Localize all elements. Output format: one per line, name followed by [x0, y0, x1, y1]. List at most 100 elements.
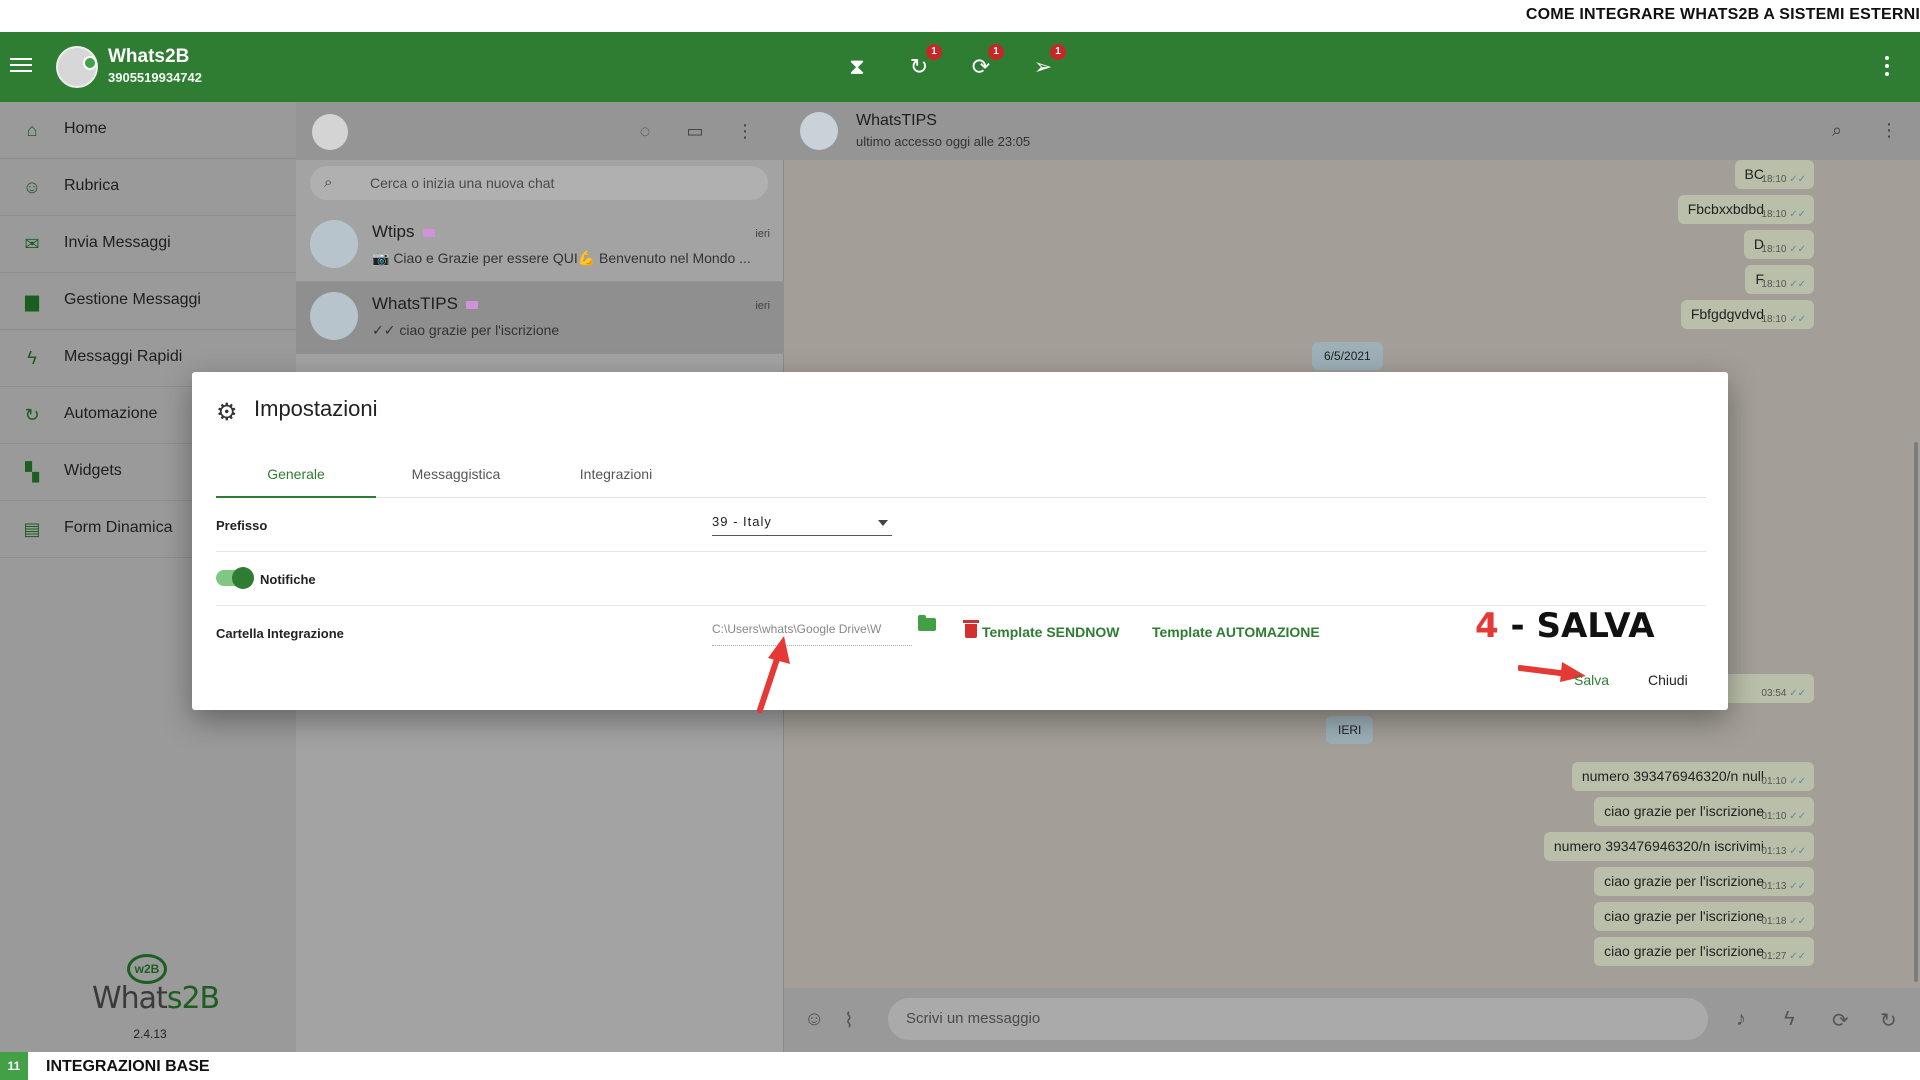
- compose-bar: ☺ ⌇ Scrivi un messaggio ♪ ϟ ⟳ ↻: [784, 988, 1920, 1052]
- label-tag-icon: [465, 300, 478, 309]
- message-text: Fbfgdgvdvd: [1690, 306, 1764, 322]
- microphone-icon[interactable]: ♪: [1736, 1008, 1746, 1031]
- close-button[interactable]: Chiudi: [1648, 672, 1688, 688]
- automation-icon: ↻: [24, 405, 40, 425]
- template-automazione-button[interactable]: Template AUTOMAZIONE: [1152, 624, 1320, 640]
- prefix-value: 39 - Italy: [712, 514, 772, 529]
- menu-icon[interactable]: [10, 54, 32, 76]
- trash-icon[interactable]: [963, 620, 979, 638]
- contact-name: WhatsTIPS: [856, 112, 937, 129]
- step-annotation: 4 - SALVA: [1475, 606, 1655, 646]
- logo-text-a: What: [92, 981, 168, 1016]
- chat-row-wtips[interactable]: Wtips 📷 Ciao e Grazie per essere QUI💪 Be…: [296, 210, 784, 282]
- search-icon: ⌕: [324, 174, 333, 191]
- hourglass-icon[interactable]: ⧗: [844, 54, 870, 80]
- step-number: 4: [1475, 606, 1499, 646]
- prefix-select[interactable]: 39 - Italy: [712, 514, 892, 536]
- sidebar-item-invia-messaggi[interactable]: ✉ Invia Messaggi: [0, 216, 296, 273]
- sidebar-item-label: Invia Messaggi: [64, 234, 171, 251]
- sync-icon[interactable]: ⟳: [1832, 1008, 1849, 1033]
- chat-time: ieri: [755, 228, 770, 240]
- arrow-to-folder-icon: [757, 636, 790, 713]
- chat-list-header: ◌ ▭ ⋮: [296, 102, 784, 160]
- conversation-scrollbar[interactable]: [1914, 442, 1918, 982]
- conversation-menu-icon[interactable]: ⋮: [1880, 120, 1898, 141]
- message-input-placeholder: Scrivi un messaggio: [906, 1010, 1041, 1027]
- date-chip: 6/5/2021: [1312, 342, 1383, 370]
- chat-row-whatstips[interactable]: WhatsTIPS ✓✓ ciao grazie per l'iscrizion…: [296, 282, 784, 354]
- template-sendnow-button[interactable]: Template SENDNOW: [982, 624, 1119, 640]
- message-time: 18:10: [1761, 209, 1806, 220]
- user-avatar[interactable]: [312, 114, 348, 150]
- notification-badge: 1: [988, 44, 1004, 60]
- chat-preview: ✓✓ ciao grazie per l'iscrizione: [372, 322, 560, 338]
- logo-text-b: s2B: [166, 981, 220, 1016]
- sidebar-item-rubrica[interactable]: ☺ Rubrica: [0, 159, 296, 216]
- notifications-label: Notifiche: [260, 572, 316, 587]
- search-icon[interactable]: ⌕: [1832, 120, 1842, 141]
- chat-list-menu-icon[interactable]: ⋮: [734, 120, 756, 142]
- robot-avatar: [310, 292, 358, 340]
- chat-name: WhatsTIPS: [372, 294, 458, 313]
- tab-generale[interactable]: Generale: [216, 462, 376, 498]
- message-text: ciao grazie per l'iscrizione: [1604, 873, 1764, 889]
- sidebar-item-label: Automazione: [64, 405, 158, 422]
- bottom-caption-text: INTEGRAZIONI BASE: [46, 1058, 210, 1075]
- dialog-title: Impostazioni: [254, 396, 378, 421]
- more-options-icon[interactable]: [1884, 56, 1890, 80]
- sidebar-item-home[interactable]: ⌂ Home: [0, 102, 296, 159]
- new-chat-icon[interactable]: ▭: [684, 120, 706, 142]
- sidebar-item-label: Home: [64, 120, 107, 137]
- scheduled-send-icon[interactable]: ➢ 1: [1030, 44, 1066, 80]
- message-text: ciao grazie per l'iscrizione: [1604, 943, 1764, 959]
- mail-icon: ✉: [24, 234, 40, 254]
- contacts-icon: ☺: [22, 177, 42, 197]
- message-bubble: ciao grazie per l'iscrizione 01:27: [1594, 937, 1814, 966]
- message-time: 03:54: [1761, 688, 1806, 699]
- save-button[interactable]: Salva: [1574, 672, 1609, 688]
- gear-icon: ⚙: [216, 399, 238, 426]
- message-bubble: numero 393476946320/n null 01:10: [1571, 762, 1814, 791]
- prefix-label: Prefisso: [216, 518, 268, 533]
- tab-integrazioni[interactable]: Integrazioni: [536, 462, 696, 498]
- chevron-down-icon: [878, 520, 888, 526]
- sync-icon[interactable]: ⟳ 1: [968, 44, 1004, 80]
- attach-icon[interactable]: ⌇: [844, 1008, 854, 1033]
- folder-icon: ▆: [25, 291, 39, 311]
- bottom-caption-bar: 11 INTEGRAZIONI BASE: [0, 1052, 1920, 1080]
- message-time: 01:18: [1761, 916, 1806, 927]
- contact-last-seen: ultimo accesso oggi alle 23:05: [856, 134, 1031, 149]
- message-bubble: Fbfgdgvdvd 18:10: [1680, 300, 1814, 329]
- automation-icon[interactable]: ↻: [1880, 1008, 1897, 1033]
- quick-reply-icon[interactable]: ϟ: [1784, 1008, 1795, 1031]
- slide-number: 11: [0, 1052, 28, 1080]
- message-bubble: D 18:10: [1743, 230, 1814, 259]
- message-time: 01:13: [1761, 881, 1806, 892]
- whats2b-logo: w2B Whats2B: [92, 954, 220, 1016]
- refresh-clock-icon[interactable]: ↻ 1: [906, 44, 942, 80]
- integration-folder-input[interactable]: C:\Users\whats\Google Drive\W: [712, 622, 912, 646]
- notifications-toggle[interactable]: [216, 567, 254, 589]
- profile-avatar[interactable]: [56, 46, 98, 88]
- emoji-icon[interactable]: ☺: [804, 1008, 824, 1031]
- sidebar-item-gestione-messaggi[interactable]: ▆ Gestione Messaggi: [0, 273, 296, 330]
- chat-search-box[interactable]: ⌕ Cerca o inizia una nuova chat: [310, 166, 768, 200]
- sidebar-item-label: Rubrica: [64, 177, 120, 194]
- message-bubble: Fbcbxxbdbd 18:10: [1677, 195, 1814, 224]
- message-text: ciao grazie per l'iscrizione: [1604, 803, 1764, 819]
- chat-name: Wtips: [372, 222, 415, 241]
- contact-avatar[interactable]: [800, 112, 838, 150]
- status-icon[interactable]: ◌: [634, 120, 656, 142]
- top-caption-bar: COME INTEGRARE WHATS2B A SISTEMI ESTERNI: [0, 0, 1920, 32]
- message-time: 01:10: [1761, 811, 1806, 822]
- widgets-icon: ▚: [25, 462, 39, 482]
- tab-messaggistica[interactable]: Messaggistica: [376, 462, 536, 498]
- message-bubble: ciao grazie per l'iscrizione 01:18: [1594, 902, 1814, 931]
- message-text: numero 393476946320/n iscrivimi: [1553, 838, 1764, 854]
- message-input[interactable]: Scrivi un messaggio: [888, 998, 1708, 1040]
- settings-dialog: ⚙ Impostazioni Generale Messaggistica In…: [192, 372, 1728, 713]
- conversation-header: WhatsTIPS ultimo accesso oggi alle 23:05…: [784, 102, 1920, 160]
- folder-icon[interactable]: [918, 615, 936, 631]
- sidebar-item-label: Gestione Messaggi: [64, 291, 201, 308]
- form-icon: ▤: [23, 519, 41, 539]
